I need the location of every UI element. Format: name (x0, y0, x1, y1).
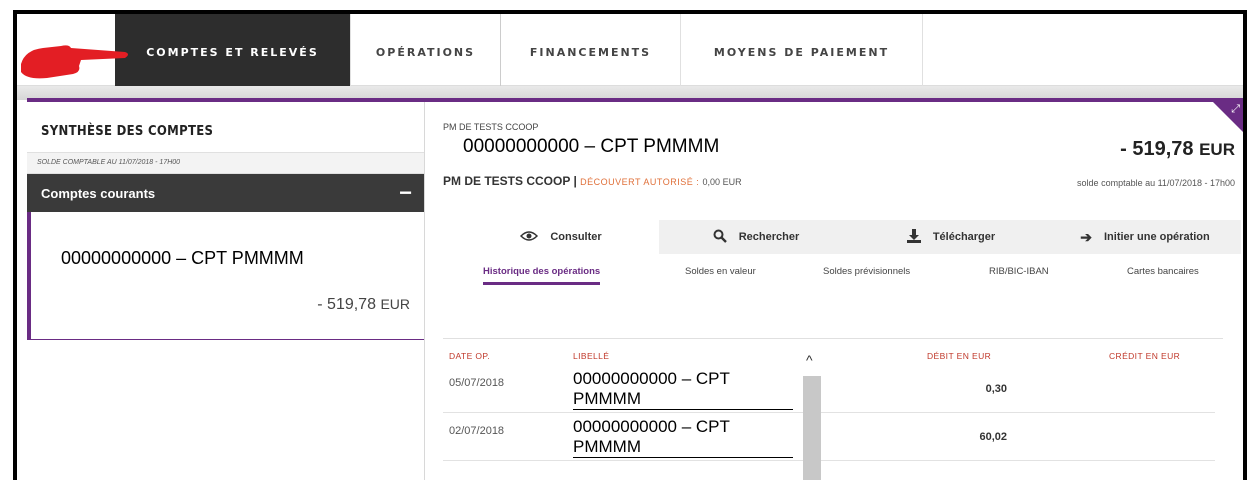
account-balance-value: - 519,78 (317, 296, 376, 313)
nav-comptes-et-releves[interactable]: COMPTES ET RELEVÉS (115, 14, 351, 86)
arrow-right-icon: ➔ (1080, 228, 1092, 245)
table-row[interactable]: 05/07/2018 00000000000 – CPT PMMMM 0,30 (443, 365, 1215, 413)
collapse-icon[interactable]: − (399, 180, 412, 206)
account-amount-currency: EUR (1199, 140, 1235, 159)
account-owner: PM DE TESTS CCOOP (443, 122, 539, 132)
sub-tabs: Historique des opérations Soldes en vale… (463, 254, 1241, 290)
search-icon (713, 229, 727, 246)
row-label-line2: PMMMM (573, 437, 793, 458)
eye-icon (520, 229, 539, 245)
subtab-soldes-previsionnels[interactable]: Soldes prévisionnels (823, 266, 910, 277)
tab-consulter[interactable]: Consulter (463, 220, 659, 254)
row-debit: 60,02 (979, 431, 1007, 443)
top-navigation: COMPTES ET RELEVÉS OPÉRATIONS FINANCEMEN… (17, 14, 1243, 86)
account-balance: - 519,78 EUR (317, 296, 410, 314)
nav-financements[interactable]: FINANCEMENTS (501, 14, 681, 86)
current-accounts-header[interactable]: Comptes courants − (27, 174, 424, 212)
operations-table: DATE OP. LIBELLÉ DÉBIT EN EUR CRÉDIT EN … (443, 338, 1223, 480)
account-amount: - 519,78 EUR (1120, 138, 1235, 161)
nav-operations[interactable]: OPÉRATIONS (351, 14, 501, 86)
overdraft-label: DÉCOUVERT AUTORISÉ : (580, 177, 700, 187)
table-row[interactable]: 02/07/2018 00000000000 – CPT PMMMM 60,02 (443, 413, 1215, 461)
action-tabs: Consulter Rechercher Télécharger ➔ Initi… (463, 220, 1241, 254)
row-label: 00000000000 – CPT PMMMM (573, 369, 793, 410)
row-date: 05/07/2018 (449, 377, 505, 389)
row-debit: 0,30 (985, 383, 1007, 395)
overdraft-value: 0,00 EUR (702, 177, 742, 187)
row-date: 02/07/2018 (449, 425, 505, 437)
holder-line: PM DE TESTS CCOOP | DÉCOUVERT AUTORISÉ :… (443, 174, 742, 188)
subtab-cartes[interactable]: Cartes bancaires (1127, 266, 1199, 277)
scrollbar-thumb[interactable] (803, 376, 821, 480)
tab-telecharger[interactable]: Télécharger (853, 220, 1049, 254)
balance-note: solde comptable au 11/07/2018 - 17h00 (1077, 178, 1235, 188)
tab-telecharger-label: Télécharger (932, 231, 996, 243)
tab-initier-operation-label: Initier une opération (1104, 231, 1210, 243)
column-header-credit[interactable]: CRÉDIT EN EUR (1109, 351, 1180, 361)
download-icon (906, 228, 921, 246)
column-header-debit[interactable]: DÉBIT EN EUR (927, 351, 991, 361)
accounts-summary-panel: SYNTHÈSE DES COMPTES SOLDE COMPTABLE AU … (27, 102, 425, 480)
panel-title: SYNTHÈSE DES COMPTES (41, 124, 214, 139)
account-balance-currency: EUR (380, 296, 410, 312)
subtab-soldes-valeur[interactable]: Soldes en valeur (685, 266, 756, 277)
pointing-hand-icon (21, 45, 128, 79)
account-detail-panel: PM DE TESTS CCOOP 00000000000 – CPT PMMM… (425, 102, 1241, 480)
app-window: COMPTES ET RELEVÉS OPÉRATIONS FINANCEMEN… (13, 10, 1247, 480)
account-name: 00000000000 – CPT PMMMM (61, 248, 304, 268)
tab-initier-operation[interactable]: ➔ Initier une opération (1049, 220, 1241, 254)
column-header-label[interactable]: LIBELLÉ (573, 351, 609, 361)
tab-rechercher-label: Rechercher (738, 231, 800, 243)
row-label-line2: PMMMM (573, 389, 793, 410)
nav-moyens-de-paiement[interactable]: MOYENS DE PAIEMENT (681, 14, 923, 86)
current-accounts-label: Comptes courants (41, 186, 156, 201)
chevron-up-icon[interactable]: ^ (806, 352, 813, 368)
row-label-line1: 00000000000 – CPT (573, 369, 730, 388)
account-amount-value: - 519,78 (1120, 138, 1194, 160)
row-label-line1: 00000000000 – CPT (573, 417, 730, 436)
tab-rechercher[interactable]: Rechercher (659, 220, 853, 254)
tab-consulter-label: Consulter (550, 231, 602, 243)
account-title: 00000000000 – CPT PMMMM (463, 136, 720, 157)
account-card[interactable]: 00000000000 – CPT PMMMM - 519,78 EUR (27, 212, 424, 340)
row-label: 00000000000 – CPT PMMMM (573, 417, 793, 458)
balance-date-note: SOLDE COMPTABLE AU 11/07/2018 - 17H00 (27, 152, 424, 174)
subtab-historique[interactable]: Historique des opérations (483, 266, 601, 285)
subtab-rib[interactable]: RIB/BIC-IBAN (989, 266, 1049, 277)
table-scrollbar[interactable]: ^ (803, 348, 821, 480)
holder-name: PM DE TESTS CCOOP | (443, 174, 577, 188)
column-header-date[interactable]: DATE OP. (449, 351, 490, 361)
